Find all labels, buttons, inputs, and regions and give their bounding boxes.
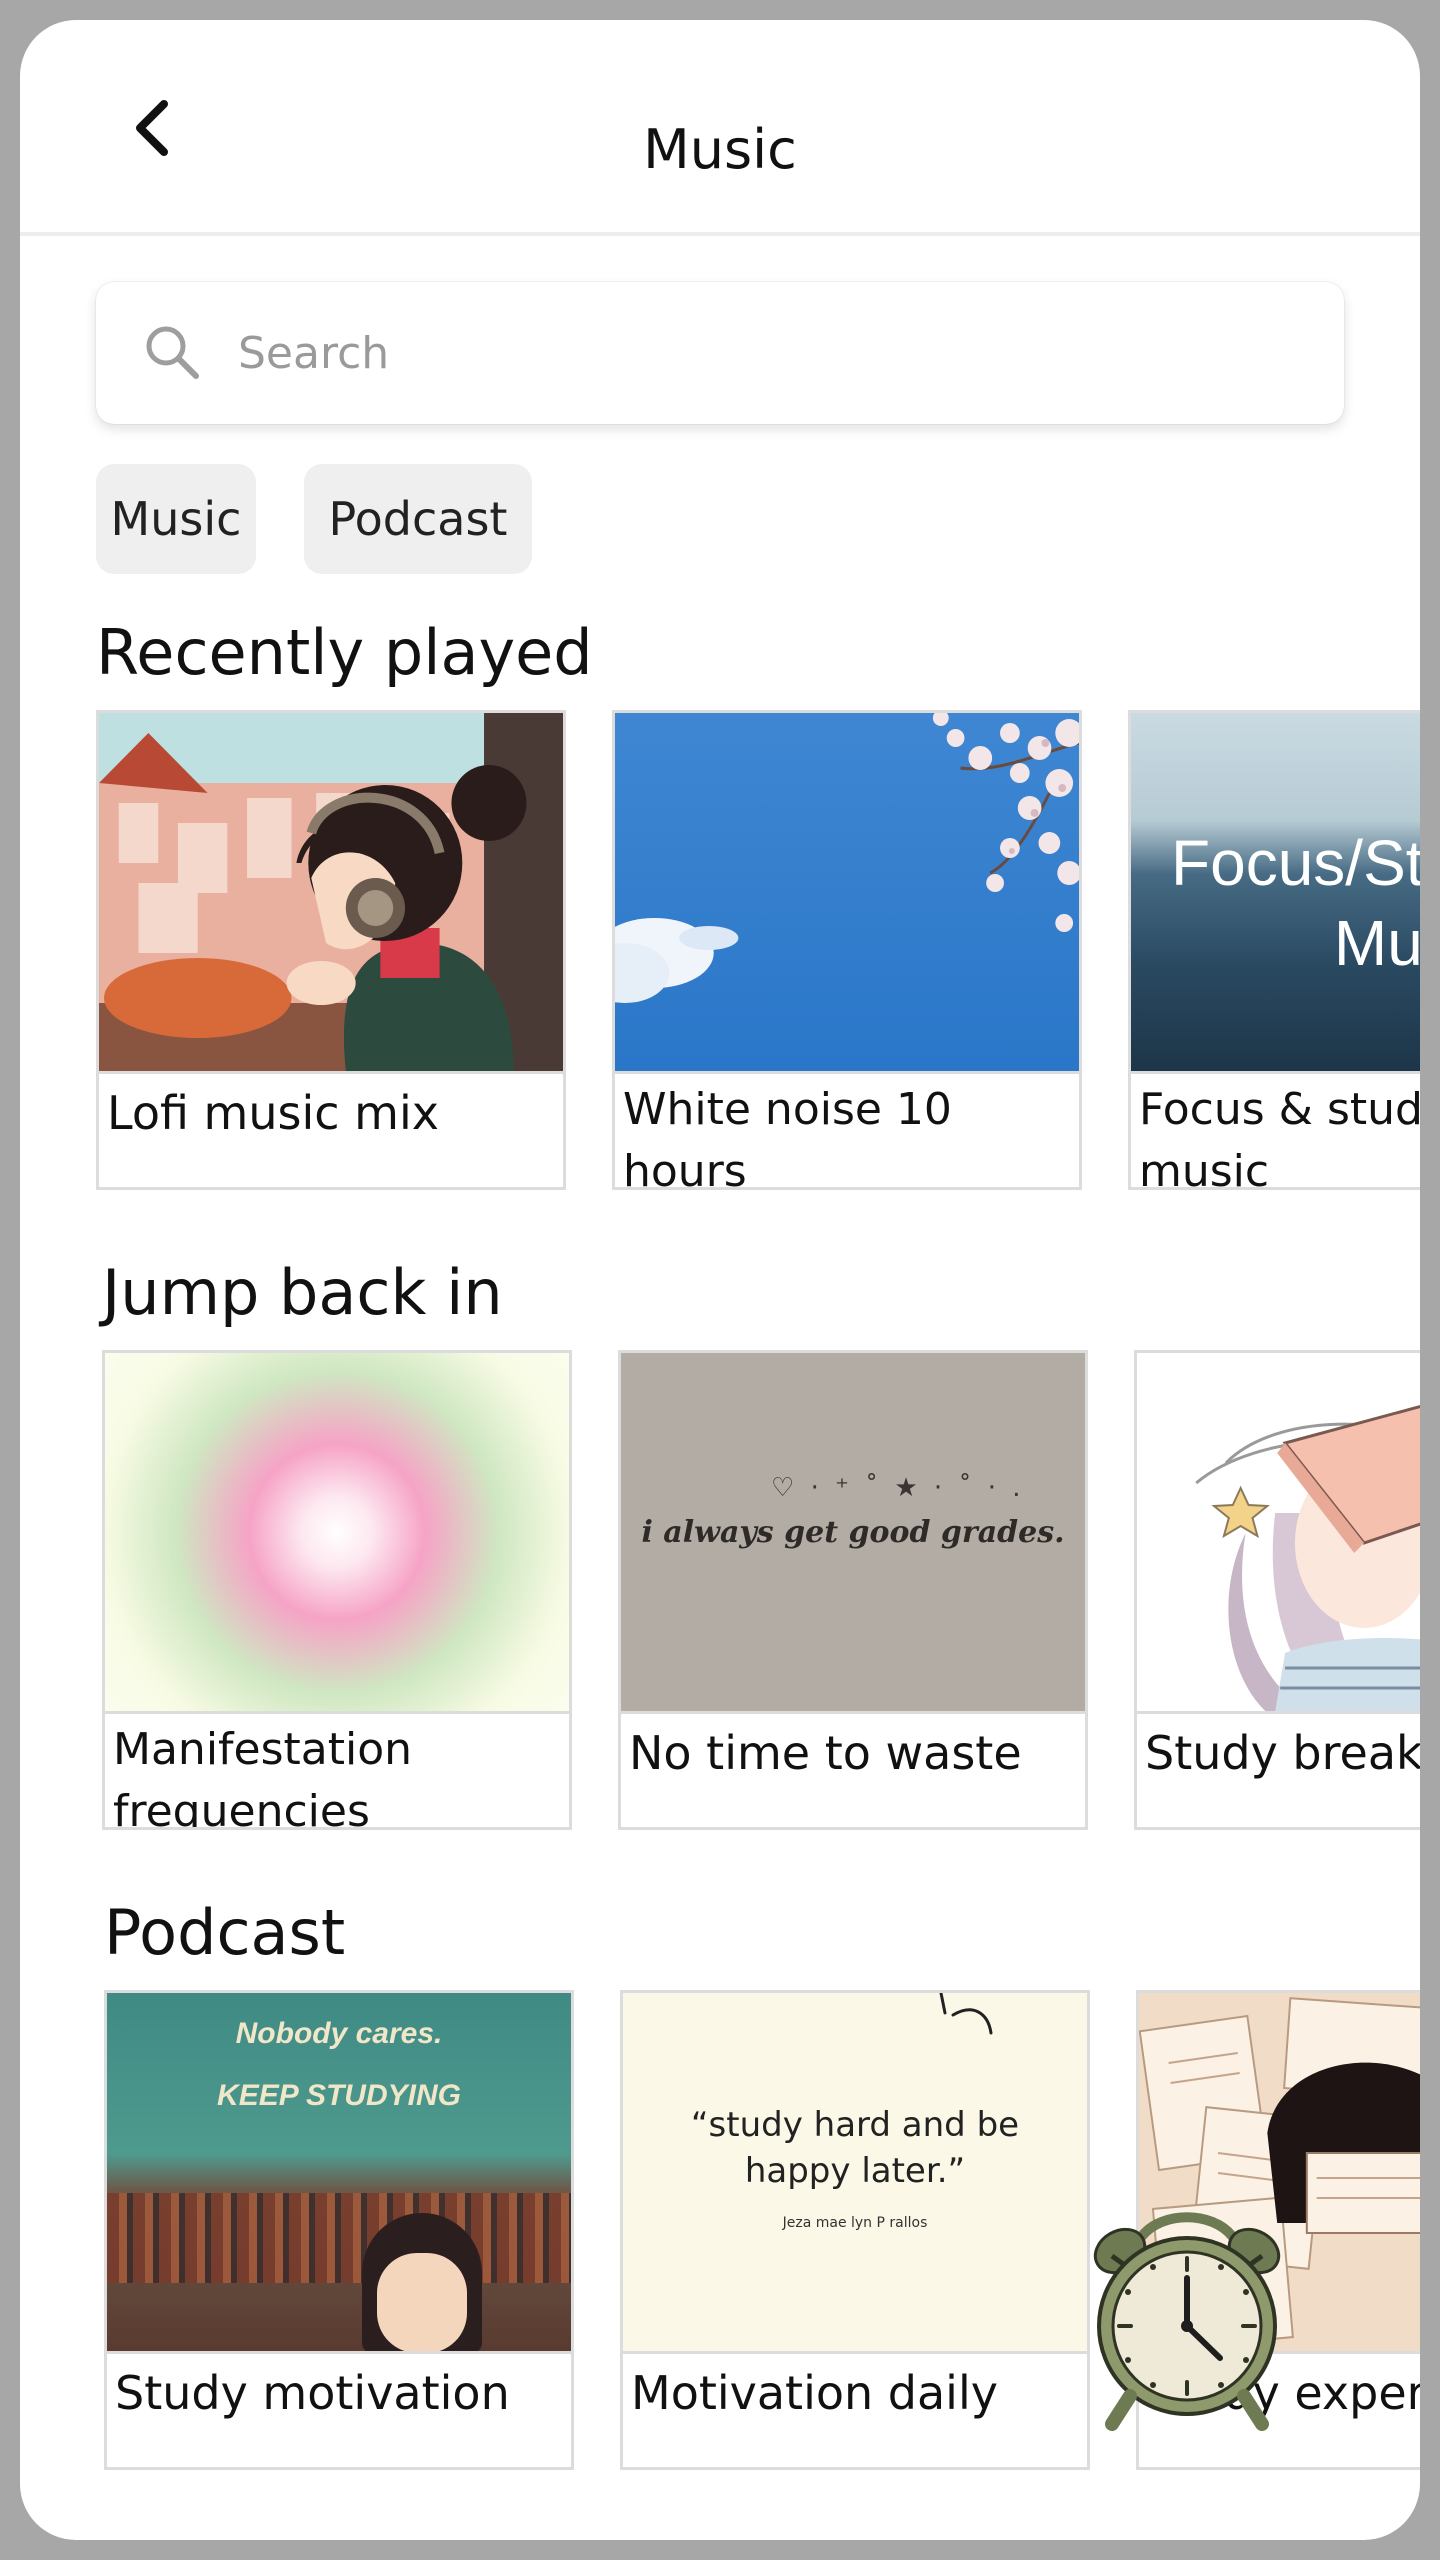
app-header: Music <box>20 20 1420 236</box>
aura-gradient-thumbnail <box>105 1353 569 1714</box>
bookshelf <box>107 2193 571 2283</box>
section-title-podcast: Podcast <box>104 1896 346 1969</box>
thumbnail-overlay-text: Focus/Study Music <box>1171 827 1420 979</box>
library-anime-thumbnail: Nobody cares. KEEP STUDYING <box>107 1993 571 2354</box>
card-motivation-daily[interactable]: “study hard and be happy later.” Jeza ma… <box>620 1990 1090 2470</box>
ocean-thumbnail: Focus/Study Music <box>1131 713 1420 1074</box>
girl-book-thumbnail <box>1137 1353 1420 1714</box>
character-face <box>377 2253 467 2351</box>
sky-blossom-thumbnail <box>615 713 1079 1074</box>
section-title-recently-played: Recently played <box>96 616 593 689</box>
card-manifestation-frequencies[interactable]: Manifestation frequencies <box>102 1350 572 1830</box>
thumbnail-overlay-text-1: Nobody cares. <box>235 2017 443 2050</box>
thumbnail-overlay-text-2: KEEP STUDYING <box>217 2079 461 2112</box>
quote-thumbnail: “study hard and be happy later.” Jeza ma… <box>623 1993 1087 2354</box>
thumbnail-quote-text: i always get good grades. <box>641 1515 1065 1550</box>
card-label: White noise 10 hours <box>623 1084 952 1190</box>
section-title-jump-back-in: Jump back in <box>102 1256 503 1329</box>
page-title: Music <box>643 118 797 181</box>
card-study-break[interactable]: Study break <box>1134 1350 1420 1830</box>
phone-screen: Music Music Podcast Recently played <box>20 20 1420 2540</box>
card-lofi-music-mix[interactable]: Lofi music mix <box>96 710 566 1190</box>
search-bar[interactable] <box>96 282 1344 424</box>
sparkle-decoration: ♡ · ⁺ ˚ ★ · ˚ · . <box>771 1473 1025 1503</box>
thumbnail-quote-author: Jeza mae lyn P rallos <box>782 2215 928 2231</box>
lofi-girl-thumbnail <box>99 713 563 1074</box>
card-label: Focus & study music <box>1139 1084 1420 1190</box>
thumbnail-quote-line-2: happy later.” <box>744 2151 966 2191</box>
card-label: Motivation daily <box>631 2366 998 2420</box>
card-label: Study break <box>1145 1726 1420 1780</box>
paper-quote-thumbnail: ♡ · ⁺ ˚ ★ · ˚ · . i always get good grad… <box>621 1353 1085 1714</box>
chip-music[interactable]: Music <box>96 464 256 574</box>
card-label: Study motivation <box>115 2366 510 2420</box>
card-label: Lofi music mix <box>107 1086 439 1140</box>
doodle-decoration <box>939 1993 993 2035</box>
card-white-noise[interactable]: White noise 10 hours <box>612 710 1082 1190</box>
card-label: No time to waste <box>629 1726 1022 1780</box>
search-input[interactable] <box>236 320 1290 386</box>
card-no-time-to-waste[interactable]: ♡ · ⁺ ˚ ★ · ˚ · . i always get good grad… <box>618 1350 1088 1830</box>
card-focus-study-music[interactable]: Focus/Study Music Focus & study music <box>1128 710 1420 1190</box>
thumbnail-quote-line-1: “study hard and be <box>690 2105 1020 2145</box>
alarm-clock-icon[interactable] <box>1082 2196 1292 2436</box>
search-icon <box>146 326 199 379</box>
card-study-motivation[interactable]: Nobody cares. KEEP STUDYING Study motiva… <box>104 1990 574 2470</box>
chip-podcast[interactable]: Podcast <box>304 464 532 574</box>
card-label: Manifestation frequencies <box>113 1724 413 1830</box>
